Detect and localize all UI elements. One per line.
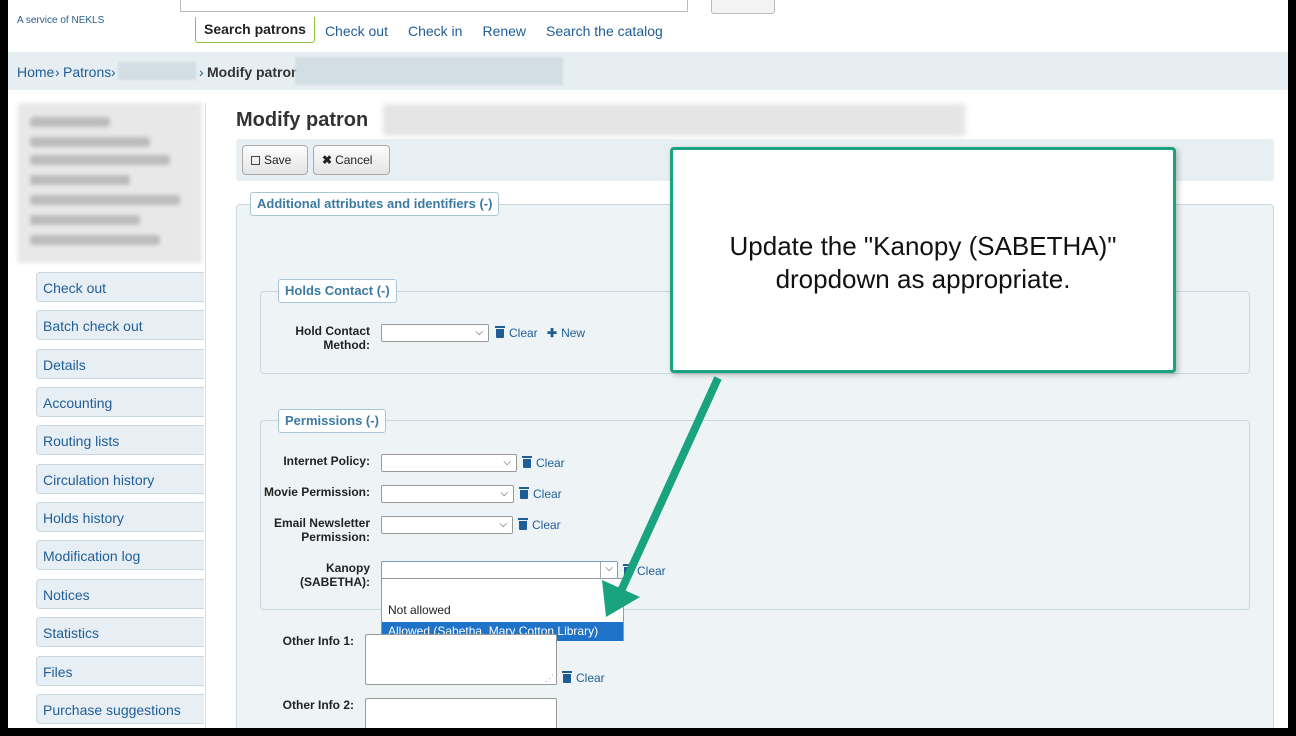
breadcrumb-current: Modify patron xyxy=(207,64,300,80)
redacted-patron-details xyxy=(295,57,563,85)
plus-icon: ✚ xyxy=(547,326,558,340)
clear-label: Clear xyxy=(637,564,666,578)
clear-label: Clear xyxy=(532,518,561,532)
email-newsletter-label: Email Newsletter Permission: xyxy=(273,516,370,544)
other-info-2-textarea[interactable] xyxy=(365,698,557,728)
page-title: Modify patron xyxy=(236,109,369,131)
movie-permission-clear-link[interactable]: Clear xyxy=(519,487,562,501)
instruction-callout: Update the "Kanopy (SABETHA)" dropdown a… xyxy=(670,147,1176,373)
additional-attributes-legend[interactable]: Additional attributes and identifiers (-… xyxy=(250,192,500,216)
hold-contact-new-link[interactable]: ✚ New xyxy=(547,326,585,340)
breadcrumb-separator: › xyxy=(55,64,60,80)
other-info-1-textarea[interactable]: ⋰ xyxy=(365,634,557,685)
patron-search-submit-button[interactable] xyxy=(711,0,775,14)
breadcrumb-patrons[interactable]: Patrons xyxy=(63,64,111,80)
hold-contact-clear-link[interactable]: Clear xyxy=(495,326,538,340)
koha-window: A service of NEKLS Search patrons Check … xyxy=(8,0,1288,728)
trash-icon xyxy=(495,326,505,338)
save-button[interactable]: Save xyxy=(242,145,308,175)
sidebar-item-files[interactable]: Files xyxy=(36,656,204,686)
breadcrumb-home[interactable]: Home xyxy=(17,64,54,80)
movie-permission-label: Movie Permission: xyxy=(263,485,370,499)
holds-contact-legend[interactable]: Holds Contact (-) xyxy=(278,279,397,303)
sidebar-item-check-out[interactable]: Check out xyxy=(36,272,204,302)
breadcrumb-separator: › xyxy=(199,64,204,80)
tab-check-in[interactable]: Check in xyxy=(398,17,472,43)
internet-policy-select[interactable]: ⌵ xyxy=(381,454,517,472)
header-tabs: Search patrons Check out Check in Renew … xyxy=(195,17,673,43)
trash-icon xyxy=(522,456,532,468)
chevron-down-icon: ⌵ xyxy=(503,457,511,468)
service-text: A service of NEKLS xyxy=(17,15,105,26)
option-not-allowed[interactable]: Not allowed xyxy=(382,601,623,620)
top-header: A service of NEKLS Search patrons Check … xyxy=(8,0,1288,52)
other-info-1-clear-link[interactable]: Clear xyxy=(562,671,605,685)
email-newsletter-select[interactable]: ⌵ xyxy=(381,516,513,534)
sidebar-divider xyxy=(205,103,206,728)
sidebar-item-routing-lists[interactable]: Routing lists xyxy=(36,425,204,455)
kanopy-label: Kanopy (SABETHA): xyxy=(300,561,370,589)
option-blank[interactable] xyxy=(382,579,623,598)
breadcrumb-separator: › xyxy=(111,64,116,80)
trash-icon xyxy=(519,487,529,499)
kanopy-clear-link[interactable]: Clear xyxy=(623,564,666,578)
close-icon: ✖ xyxy=(322,153,333,167)
internet-policy-clear-link[interactable]: Clear xyxy=(522,456,565,470)
hold-contact-method-label: Hold Contact Method: xyxy=(295,324,370,352)
clear-label: Clear xyxy=(576,671,605,685)
clear-label: Clear xyxy=(536,456,565,470)
patron-search-input[interactable] xyxy=(180,0,688,12)
tab-search-catalog[interactable]: Search the catalog xyxy=(536,17,673,43)
chevron-down-icon: ⌵ xyxy=(499,519,507,530)
clear-label: Clear xyxy=(509,326,538,340)
redacted-patron-name xyxy=(118,62,196,80)
chevron-down-icon: ⌵ xyxy=(475,327,483,338)
other-info-1-label: Other Info 1: xyxy=(282,634,354,648)
movie-permission-select[interactable]: ⌵ xyxy=(381,485,514,503)
sidebar-item-batch-check-out[interactable]: Batch check out xyxy=(36,310,204,340)
clear-label: Clear xyxy=(533,487,562,501)
sidebar-item-circulation-history[interactable]: Circulation history xyxy=(36,464,204,494)
kanopy-dropdown-toggle[interactable]: ⌵ xyxy=(600,562,617,578)
sidebar-item-purchase-suggestions[interactable]: Purchase suggestions xyxy=(36,694,204,724)
sidebar-item-modification-log[interactable]: Modification log xyxy=(36,540,204,570)
email-newsletter-clear-link[interactable]: Clear xyxy=(518,518,561,532)
sidebar-item-details[interactable]: Details xyxy=(36,349,204,379)
tab-check-out[interactable]: Check out xyxy=(315,17,398,43)
new-label: New xyxy=(561,326,586,340)
trash-icon xyxy=(518,518,528,530)
trash-icon xyxy=(623,564,633,576)
kanopy-select[interactable]: ⌵ xyxy=(381,561,618,579)
sidebar-item-statistics[interactable]: Statistics xyxy=(36,617,204,647)
trash-icon xyxy=(562,671,572,683)
save-label: Save xyxy=(264,153,292,167)
chevron-down-icon: ⌵ xyxy=(605,563,613,574)
tab-renew[interactable]: Renew xyxy=(472,17,536,43)
save-icon xyxy=(251,156,260,165)
sidebar-item-accounting[interactable]: Accounting xyxy=(36,387,204,417)
internet-policy-label: Internet Policy: xyxy=(283,454,370,468)
redacted-title-details xyxy=(383,104,965,136)
chevron-down-icon: ⌵ xyxy=(500,488,508,499)
sidebar-item-holds-history[interactable]: Holds history xyxy=(36,502,204,532)
hold-contact-method-select[interactable]: ⌵ xyxy=(381,324,489,342)
other-info-2-label: Other Info 2: xyxy=(282,698,354,712)
tab-search-patrons[interactable]: Search patrons xyxy=(195,17,315,43)
sidebar-item-notices[interactable]: Notices xyxy=(36,579,204,609)
cancel-button[interactable]: ✖ Cancel xyxy=(313,145,390,175)
kanopy-dropdown-list: Not allowed Allowed (Sabetha, Mary Cotto… xyxy=(381,578,624,641)
breadcrumb: Home › Patrons › › Modify patron xyxy=(8,52,1288,90)
resize-handle-icon[interactable]: ⋰ xyxy=(545,673,554,684)
callout-text: Update the "Kanopy (SABETHA)" dropdown a… xyxy=(729,231,1117,294)
cancel-label: Cancel xyxy=(335,153,373,167)
permissions-legend[interactable]: Permissions (-) xyxy=(278,409,386,433)
patron-info-card xyxy=(18,103,202,263)
